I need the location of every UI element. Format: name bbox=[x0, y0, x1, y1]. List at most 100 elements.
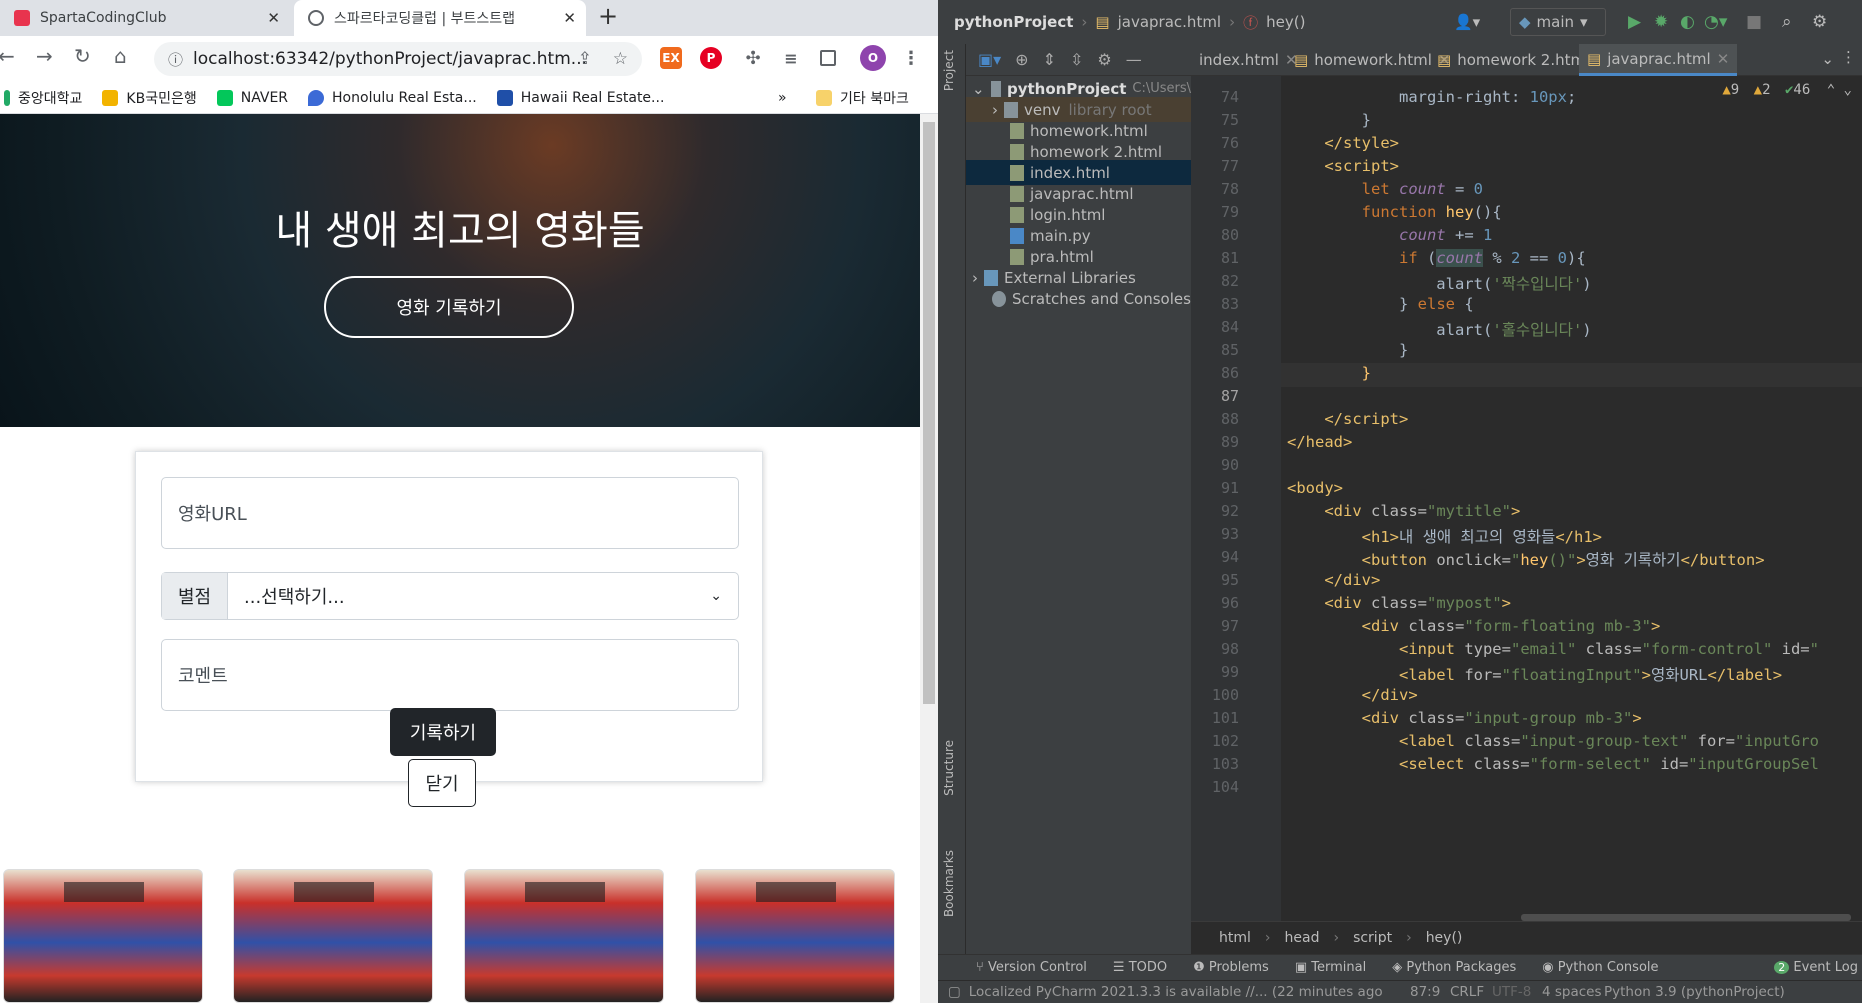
comment-textarea[interactable]: 코멘트 bbox=[161, 639, 739, 711]
locate-icon[interactable]: ⊕ bbox=[1015, 50, 1028, 69]
file-encoding[interactable]: UTF-8 bbox=[1492, 984, 1531, 1000]
coverage-icon[interactable]: ◐ bbox=[1680, 12, 1695, 32]
packages-icon: ◈ bbox=[1392, 960, 1403, 975]
rating-label: 별점 bbox=[162, 573, 228, 619]
tool-todo[interactable]: ☰ TODO bbox=[1113, 960, 1167, 975]
library-icon bbox=[984, 269, 998, 286]
tool-problems[interactable]: ❶ Problems bbox=[1193, 960, 1269, 975]
media-control-icon[interactable]: ≡ bbox=[780, 47, 802, 69]
line-separator[interactable]: CRLF bbox=[1450, 984, 1484, 1000]
expand-all-icon[interactable]: ⇕ bbox=[1043, 50, 1056, 69]
side-panel-icon[interactable] bbox=[820, 50, 836, 66]
movie-card[interactable] bbox=[464, 869, 664, 1003]
search-icon[interactable]: ⌕ bbox=[1782, 12, 1792, 32]
profile-avatar[interactable]: O bbox=[860, 45, 886, 71]
bookmark-item[interactable]: Honolulu Real Esta... bbox=[308, 89, 477, 106]
bookmark-item[interactable]: 중앙대학교 bbox=[4, 88, 82, 108]
close-tab-icon[interactable]: ✕ bbox=[563, 9, 576, 27]
breadcrumb-item[interactable]: head bbox=[1285, 930, 1320, 946]
bookmarks-tool-label[interactable]: Bookmarks bbox=[942, 850, 956, 917]
interpreter[interactable]: Python 3.9 (pythonProject) bbox=[1604, 984, 1785, 1000]
caret-position[interactable]: 87:9 bbox=[1410, 984, 1440, 1000]
info-icon[interactable]: ⓘ bbox=[168, 49, 183, 70]
line-number: 83 bbox=[1220, 295, 1239, 313]
menu-kebab-icon[interactable]: ⋮ bbox=[900, 47, 922, 69]
reload-icon[interactable]: ↻ bbox=[74, 44, 91, 68]
bookmarks-overflow-icon[interactable]: » bbox=[778, 90, 787, 106]
star-icon[interactable]: ☆ bbox=[613, 49, 628, 69]
breadcrumb-item[interactable]: script bbox=[1353, 930, 1392, 946]
save-button[interactable]: 기록하기 bbox=[390, 708, 496, 756]
line-number: 86 bbox=[1220, 364, 1239, 382]
gear-icon[interactable]: ⚙ bbox=[1097, 50, 1111, 69]
close-button[interactable]: 닫기 bbox=[408, 759, 476, 807]
tool-terminal[interactable]: ▣ Terminal bbox=[1295, 960, 1366, 975]
status-icon: ▢ bbox=[948, 984, 961, 1000]
rating-input-group: 별점 ...선택하기... ⌄ bbox=[161, 572, 739, 620]
debug-icon[interactable]: ✹ bbox=[1654, 12, 1668, 32]
tab-spartacodingclub[interactable]: SpartaCodingClub ✕ bbox=[0, 0, 290, 36]
home-icon[interactable]: ⌂ bbox=[114, 44, 127, 68]
structure-tool-label[interactable]: Structure bbox=[942, 740, 956, 796]
settings-icon[interactable]: ⚙ bbox=[1812, 12, 1827, 32]
bookmark-item[interactable]: Hawaii Real Estate... bbox=[496, 89, 664, 106]
page-scrollbar[interactable] bbox=[920, 114, 938, 1003]
tool-python-console[interactable]: ◉ Python Console bbox=[1542, 960, 1658, 975]
movie-card[interactable] bbox=[3, 869, 203, 1003]
record-movie-button[interactable]: 영화 기록하기 bbox=[324, 276, 574, 338]
tool-label: Problems bbox=[1208, 960, 1269, 975]
horizontal-scrollbar[interactable] bbox=[1521, 914, 1851, 921]
tree-label: login.html bbox=[1030, 205, 1106, 224]
forward-icon[interactable]: → bbox=[36, 44, 53, 68]
collapse-all-icon[interactable]: ⇳ bbox=[1070, 50, 1083, 69]
tab-title: 스파르타코딩클럽 | 부트스트랩 bbox=[334, 11, 516, 27]
project-view-icon[interactable]: ▣▾ bbox=[978, 50, 1001, 69]
back-icon[interactable]: ← bbox=[0, 44, 15, 68]
rating-select[interactable]: ...선택하기... ⌄ bbox=[228, 583, 738, 609]
extension-ex-icon[interactable]: EX bbox=[660, 47, 682, 69]
more-icon[interactable]: ⋮ bbox=[1841, 48, 1856, 66]
other-bookmarks[interactable]: 기타 북마크 bbox=[816, 88, 909, 108]
movie-card[interactable] bbox=[695, 869, 895, 1003]
movie-card[interactable] bbox=[233, 869, 433, 1003]
hide-icon[interactable]: — bbox=[1126, 50, 1142, 69]
user-icon[interactable]: 👤▾ bbox=[1454, 13, 1480, 31]
tabs-overflow-icon[interactable]: ⌄ bbox=[1821, 50, 1834, 68]
movie-url-input[interactable]: 영화URL bbox=[161, 477, 739, 549]
extensions-puzzle-icon[interactable]: ✣ bbox=[742, 47, 764, 69]
nav-project[interactable]: pythonProject bbox=[954, 13, 1073, 31]
tool-version-control[interactable]: ⑂ Version Control bbox=[976, 960, 1087, 975]
pinterest-icon[interactable]: P bbox=[700, 47, 722, 69]
profile-icon[interactable]: ◔▾ bbox=[1704, 12, 1727, 32]
tool-event-log[interactable]: 2 Event Log bbox=[1774, 960, 1858, 975]
breadcrumb-item[interactable]: html bbox=[1219, 930, 1251, 946]
breadcrumb-item[interactable]: hey() bbox=[1426, 930, 1463, 946]
line-number: 100 bbox=[1211, 686, 1239, 704]
stop-icon[interactable]: ■ bbox=[1746, 12, 1762, 32]
tree-item-scratches[interactable]: Scratches and Consoles bbox=[966, 286, 1191, 311]
branch-selector[interactable]: ◆ main ▾ bbox=[1510, 8, 1606, 36]
close-tab-icon[interactable]: ✕ bbox=[267, 9, 280, 27]
project-tool-label[interactable]: Project bbox=[942, 50, 956, 91]
tab-bootstrap[interactable]: 스파르타코딩클럽 | 부트스트랩 ✕ bbox=[294, 0, 586, 36]
nav-function[interactable]: hey() bbox=[1266, 13, 1305, 31]
share-icon[interactable]: ⇪ bbox=[578, 49, 592, 69]
indent-setting[interactable]: 4 spaces bbox=[1542, 984, 1602, 1000]
page-content: 내 생애 최고의 영화들 영화 기록하기 영화URL 별점 ...선택하기...… bbox=[0, 114, 920, 1003]
tool-python-packages[interactable]: ◈ Python Packages bbox=[1392, 960, 1516, 975]
address-bar[interactable]: ⓘ localhost:63342/pythonProject/javaprac… bbox=[154, 42, 642, 76]
scroll-thumb[interactable] bbox=[923, 122, 935, 704]
bookmark-item[interactable]: NAVER bbox=[216, 89, 288, 106]
run-icon[interactable]: ▶ bbox=[1628, 12, 1641, 32]
new-tab-button[interactable]: + bbox=[598, 2, 618, 30]
editor-tab-active[interactable]: ▤ javaprac.html ✕ bbox=[1579, 44, 1738, 76]
editor-tabs: index.html ✕ ▤ homework.html ✕ ▤ homework 2.… bbox=[1191, 44, 1862, 76]
code-editor[interactable]: 74 75 76 77 78 79 80 81 82 83 84 85 86 87 88 89 90 91 92 93… bbox=[1191, 76, 1862, 921]
url-text: localhost:63342/pythonProject/javaprac.h… bbox=[193, 49, 587, 69]
inspection-widget[interactable]: ▲9 ▲2 ✔46 ⌃ ⌄ bbox=[1722, 82, 1852, 98]
status-message[interactable]: Localized PyCharm 2021.3.3 is available … bbox=[969, 984, 1383, 1000]
tool-label: Python Console bbox=[1557, 960, 1659, 975]
nav-file[interactable]: javaprac.html bbox=[1118, 13, 1222, 31]
bookmark-item[interactable]: KB국민은행 bbox=[102, 88, 197, 108]
close-icon[interactable]: ✕ bbox=[1717, 50, 1730, 68]
